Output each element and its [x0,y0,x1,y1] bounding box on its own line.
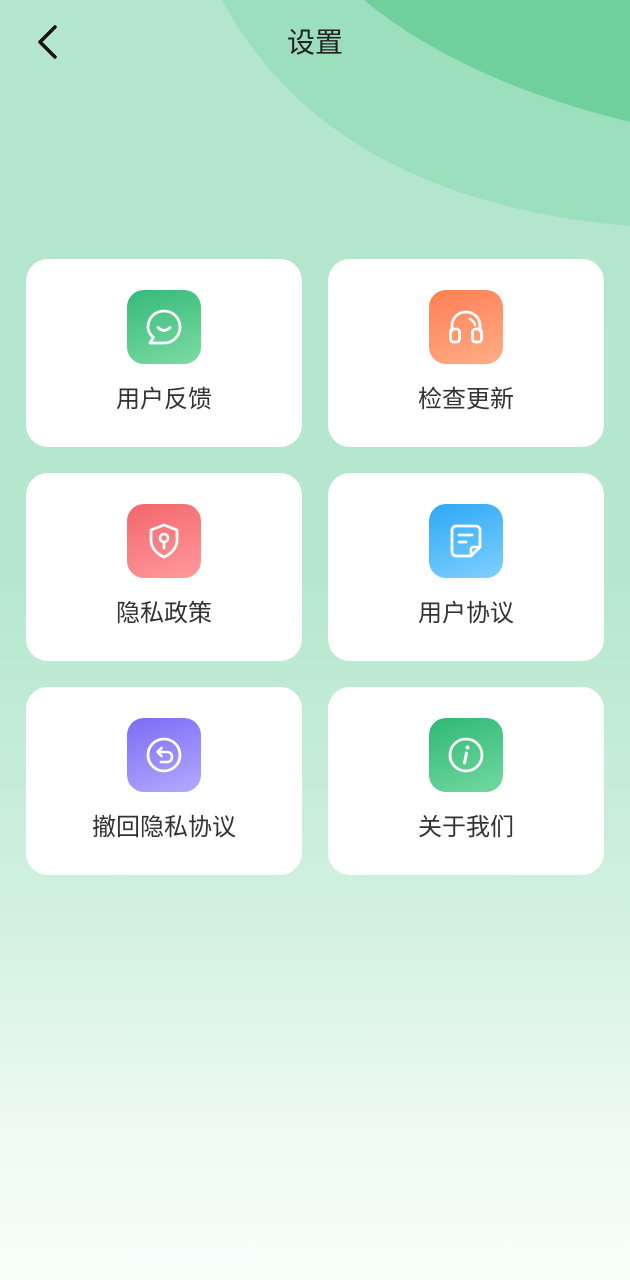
back-button[interactable] [24,20,72,64]
check-update-card[interactable]: 检查更新 [328,259,604,447]
chat-bubble-icon [146,309,182,345]
user-agreement-icon-tile [429,504,503,578]
shield-keyhole-icon [149,523,179,559]
privacy-policy-icon-tile [127,504,201,578]
feedback-card[interactable]: 用户反馈 [26,259,302,447]
settings-menu-grid: 用户反馈 检查更新 隐私政策 用户协议 撤回隐私协议 关于我们 [26,259,604,875]
user-agreement-card[interactable]: 用户协议 [328,473,604,661]
feedback-label: 用户反馈 [116,385,212,413]
revoke-privacy-card[interactable]: 撤回隐私协议 [26,687,302,875]
undo-circle-icon [146,737,182,773]
about-us-card[interactable]: 关于我们 [328,687,604,875]
revoke-privacy-icon-tile [127,718,201,792]
chevron-left-icon [38,25,57,59]
info-circle-icon [448,737,484,773]
user-agreement-label: 用户协议 [418,599,514,627]
privacy-policy-card[interactable]: 隐私政策 [26,473,302,661]
document-icon [450,524,482,558]
revoke-privacy-label: 撤回隐私协议 [92,813,236,841]
check-update-label: 检查更新 [418,385,514,413]
headset-icon [449,310,483,344]
check-update-icon-tile [429,290,503,364]
header-bar: 设置 [0,0,630,88]
feedback-icon-tile [127,290,201,364]
page-title: 设置 [286,26,343,59]
about-us-icon-tile [429,718,503,792]
privacy-policy-label: 隐私政策 [116,599,212,627]
about-us-label: 关于我们 [418,813,514,841]
